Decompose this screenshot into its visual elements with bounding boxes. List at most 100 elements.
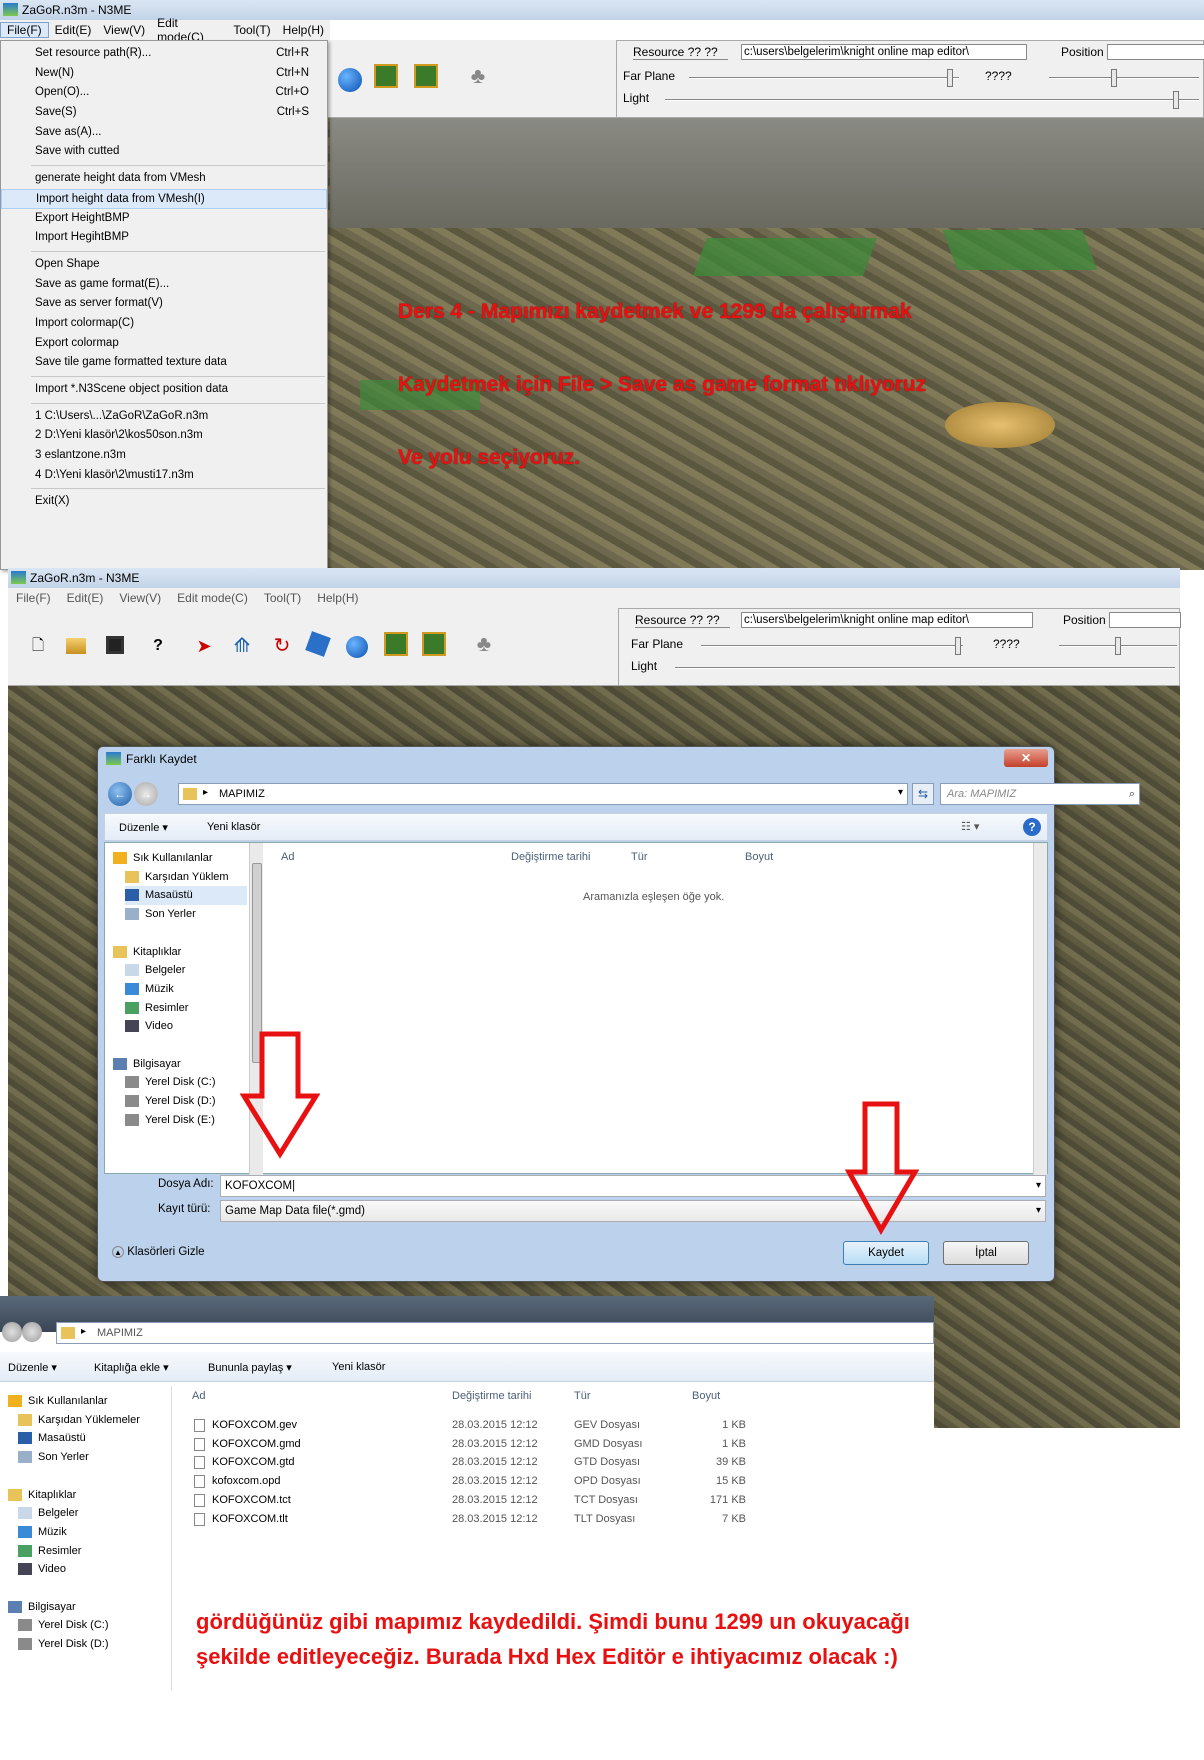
address-bar[interactable]: ▸ MAPIMIZ (56, 1322, 934, 1344)
new-folder-button[interactable]: Yeni klasör (332, 1361, 385, 1373)
texture-tool-icon-2[interactable] (414, 64, 438, 88)
organize-button[interactable]: Düzenle ▾ (8, 1361, 57, 1374)
back-button[interactable] (2, 1322, 22, 1342)
nav-item[interactable]: Resimler (125, 999, 247, 1018)
address-dropdown-icon[interactable]: ▾ (898, 787, 903, 798)
texture-tool-icon-2[interactable] (422, 632, 446, 656)
nav-item[interactable]: Bilgisayar (8, 1598, 169, 1617)
menu-file[interactable]: File(F) (8, 591, 59, 605)
menu-tool[interactable]: Tool(T) (256, 591, 309, 605)
back-button[interactable]: ← (108, 782, 132, 806)
add-to-library-button[interactable]: Kitaplığa ekle ▾ (94, 1361, 169, 1374)
file-menu-item[interactable]: Import *.N3Scene object position data (1, 380, 327, 400)
far-plane-slider[interactable] (701, 645, 963, 647)
close-icon[interactable]: ✕ (1004, 749, 1048, 767)
raise-terrain-icon[interactable]: ⟰ (230, 634, 254, 658)
nav-item[interactable]: Kitaplıklar (8, 1486, 169, 1505)
save-button[interactable]: Kaydet (843, 1241, 929, 1265)
column-date[interactable]: Değiştirme tarihi (452, 1390, 531, 1402)
nav-item[interactable]: Belgeler (18, 1504, 169, 1523)
file-row[interactable]: KOFOXCOM.tlt 28.03.2015 12:12 TLT Dosyası 7… (186, 1510, 786, 1529)
unknown-slider[interactable] (1049, 77, 1199, 79)
resource-path-field[interactable]: c:\users\belgelerim\knight online map ed… (741, 44, 1027, 60)
menu-view[interactable]: View(V) (97, 23, 151, 37)
new-folder-button[interactable]: Yeni klasör (207, 821, 260, 833)
far-plane-thumb[interactable] (955, 637, 961, 655)
file-row[interactable]: KOFOXCOM.tct 28.03.2015 12:12 TCT Dosyası 1… (186, 1491, 786, 1510)
filename-input[interactable]: KOFOXCOM| ▾ (220, 1175, 1046, 1197)
nav-item[interactable]: Müzik (18, 1523, 169, 1542)
column-type[interactable]: Tür (631, 851, 648, 863)
breadcrumb-folder[interactable]: MAPIMIZ (97, 1327, 143, 1339)
nav-item[interactable]: Müzik (125, 980, 247, 999)
forward-button[interactable] (22, 1322, 42, 1342)
file-menu-item[interactable]: Save as(A)... (1, 123, 327, 143)
forward-button[interactable]: → (134, 782, 158, 806)
file-menu-item[interactable]: 4 D:\Yeni klasör\2\musti17.n3m (1, 466, 327, 486)
file-menu-item[interactable]: Save as server format(V) (1, 294, 327, 314)
texture-tool-icon[interactable] (384, 632, 408, 656)
file-menu-item[interactable]: Open(O)... Ctrl+O (1, 83, 327, 103)
file-menu-item[interactable]: 3 eslantzone.n3m (1, 446, 327, 466)
column-date[interactable]: Değiştirme tarihi (511, 851, 590, 863)
column-size[interactable]: Boyut (692, 1390, 720, 1402)
new-file-icon[interactable]: 🗋 (26, 634, 50, 658)
nav-item[interactable]: Son Yerler (18, 1448, 169, 1467)
nav-item[interactable]: Yerel Disk (C:) (125, 1073, 247, 1092)
nav-item[interactable]: Karşıdan Yüklemeler (18, 1411, 169, 1430)
light-slider[interactable] (675, 667, 1175, 669)
menu-file[interactable]: File(F) (0, 22, 49, 38)
file-menu-item[interactable]: Import colormap(C) (1, 314, 327, 334)
menu-tool[interactable]: Tool(T) (227, 23, 276, 37)
scale-tool-icon[interactable] (305, 631, 331, 657)
position-field[interactable] (1107, 44, 1204, 60)
cancel-button[interactable]: İptal (943, 1241, 1029, 1265)
nav-item[interactable]: Masaüstü (18, 1429, 169, 1448)
unknown-thumb[interactable] (1111, 69, 1117, 87)
file-menu-item[interactable]: generate height data from VMesh (1, 169, 327, 189)
file-menu-item[interactable]: 1 C:\Users\...\ZaGoR\ZaGoR.n3m (1, 407, 327, 427)
rotate-tool-icon[interactable]: ↻ (270, 634, 294, 658)
view-options-icon[interactable]: ☷ ▾ (961, 820, 979, 833)
column-size[interactable]: Boyut (745, 851, 773, 863)
file-row[interactable]: kofoxcom.opd 28.03.2015 12:12 OPD Dosyası 1… (186, 1472, 786, 1491)
file-menu-item[interactable]: Export HeightBMP (1, 209, 327, 229)
menu-edit[interactable]: Edit(E) (59, 591, 112, 605)
nav-item[interactable]: Yerel Disk (C:) (18, 1616, 169, 1635)
texture-tool-icon[interactable] (374, 64, 398, 88)
organize-button[interactable]: Düzenle ▾ (119, 821, 168, 834)
file-menu-item[interactable]: 2 D:\Yeni klasör\2\kos50son.n3m (1, 426, 327, 446)
save-disk-icon[interactable] (106, 636, 124, 654)
resource-path-field[interactable]: c:\users\belgelerim\knight online map ed… (741, 612, 1033, 628)
file-type-select[interactable]: Game Map Data file(*.gmd) ▾ (220, 1200, 1046, 1222)
breadcrumb-folder[interactable]: MAPIMIZ (219, 788, 265, 800)
unknown-thumb[interactable] (1115, 637, 1121, 655)
address-bar[interactable]: ▸ MAPIMIZ ▾ (178, 783, 908, 805)
nav-item[interactable]: Sık Kullanılanlar (113, 849, 247, 868)
nav-item[interactable]: Yerel Disk (D:) (18, 1635, 169, 1654)
tree-tool-icon[interactable]: ♣ (472, 632, 496, 656)
share-with-button[interactable]: Bununla paylaş ▾ (208, 1361, 292, 1374)
nav-item[interactable]: Bilgisayar (113, 1055, 247, 1074)
refresh-button[interactable]: ⇆ (912, 783, 934, 805)
nav-item[interactable]: Son Yerler (125, 905, 247, 924)
position-field[interactable] (1109, 612, 1181, 628)
far-plane-thumb[interactable] (947, 69, 953, 87)
help-icon[interactable]: ? (146, 634, 170, 658)
file-menu-item[interactable]: Exit(X) (1, 492, 327, 512)
menu-help[interactable]: Help(H) (309, 591, 366, 605)
nav-item[interactable]: Yerel Disk (D:) (125, 1092, 247, 1111)
list-scrollbar[interactable] (1033, 843, 1047, 1175)
nav-item[interactable]: Masaüstü (125, 886, 247, 906)
menu-edit[interactable]: Edit(E) (49, 23, 98, 37)
nav-item[interactable]: Kitaplıklar (113, 943, 247, 962)
column-name[interactable]: Ad (281, 851, 294, 863)
light-thumb[interactable] (1173, 91, 1179, 109)
file-menu-item[interactable]: Import height data from VMesh(I) (1, 188, 327, 209)
nav-item[interactable]: Video (18, 1560, 169, 1579)
file-menu-item[interactable]: Open Shape (1, 255, 327, 275)
nav-item[interactable]: Resimler (18, 1542, 169, 1561)
file-menu-item[interactable]: Export colormap (1, 334, 327, 354)
chevron-down-icon[interactable]: ▾ (1036, 1201, 1041, 1221)
menu-help[interactable]: Help(H) (277, 23, 330, 37)
